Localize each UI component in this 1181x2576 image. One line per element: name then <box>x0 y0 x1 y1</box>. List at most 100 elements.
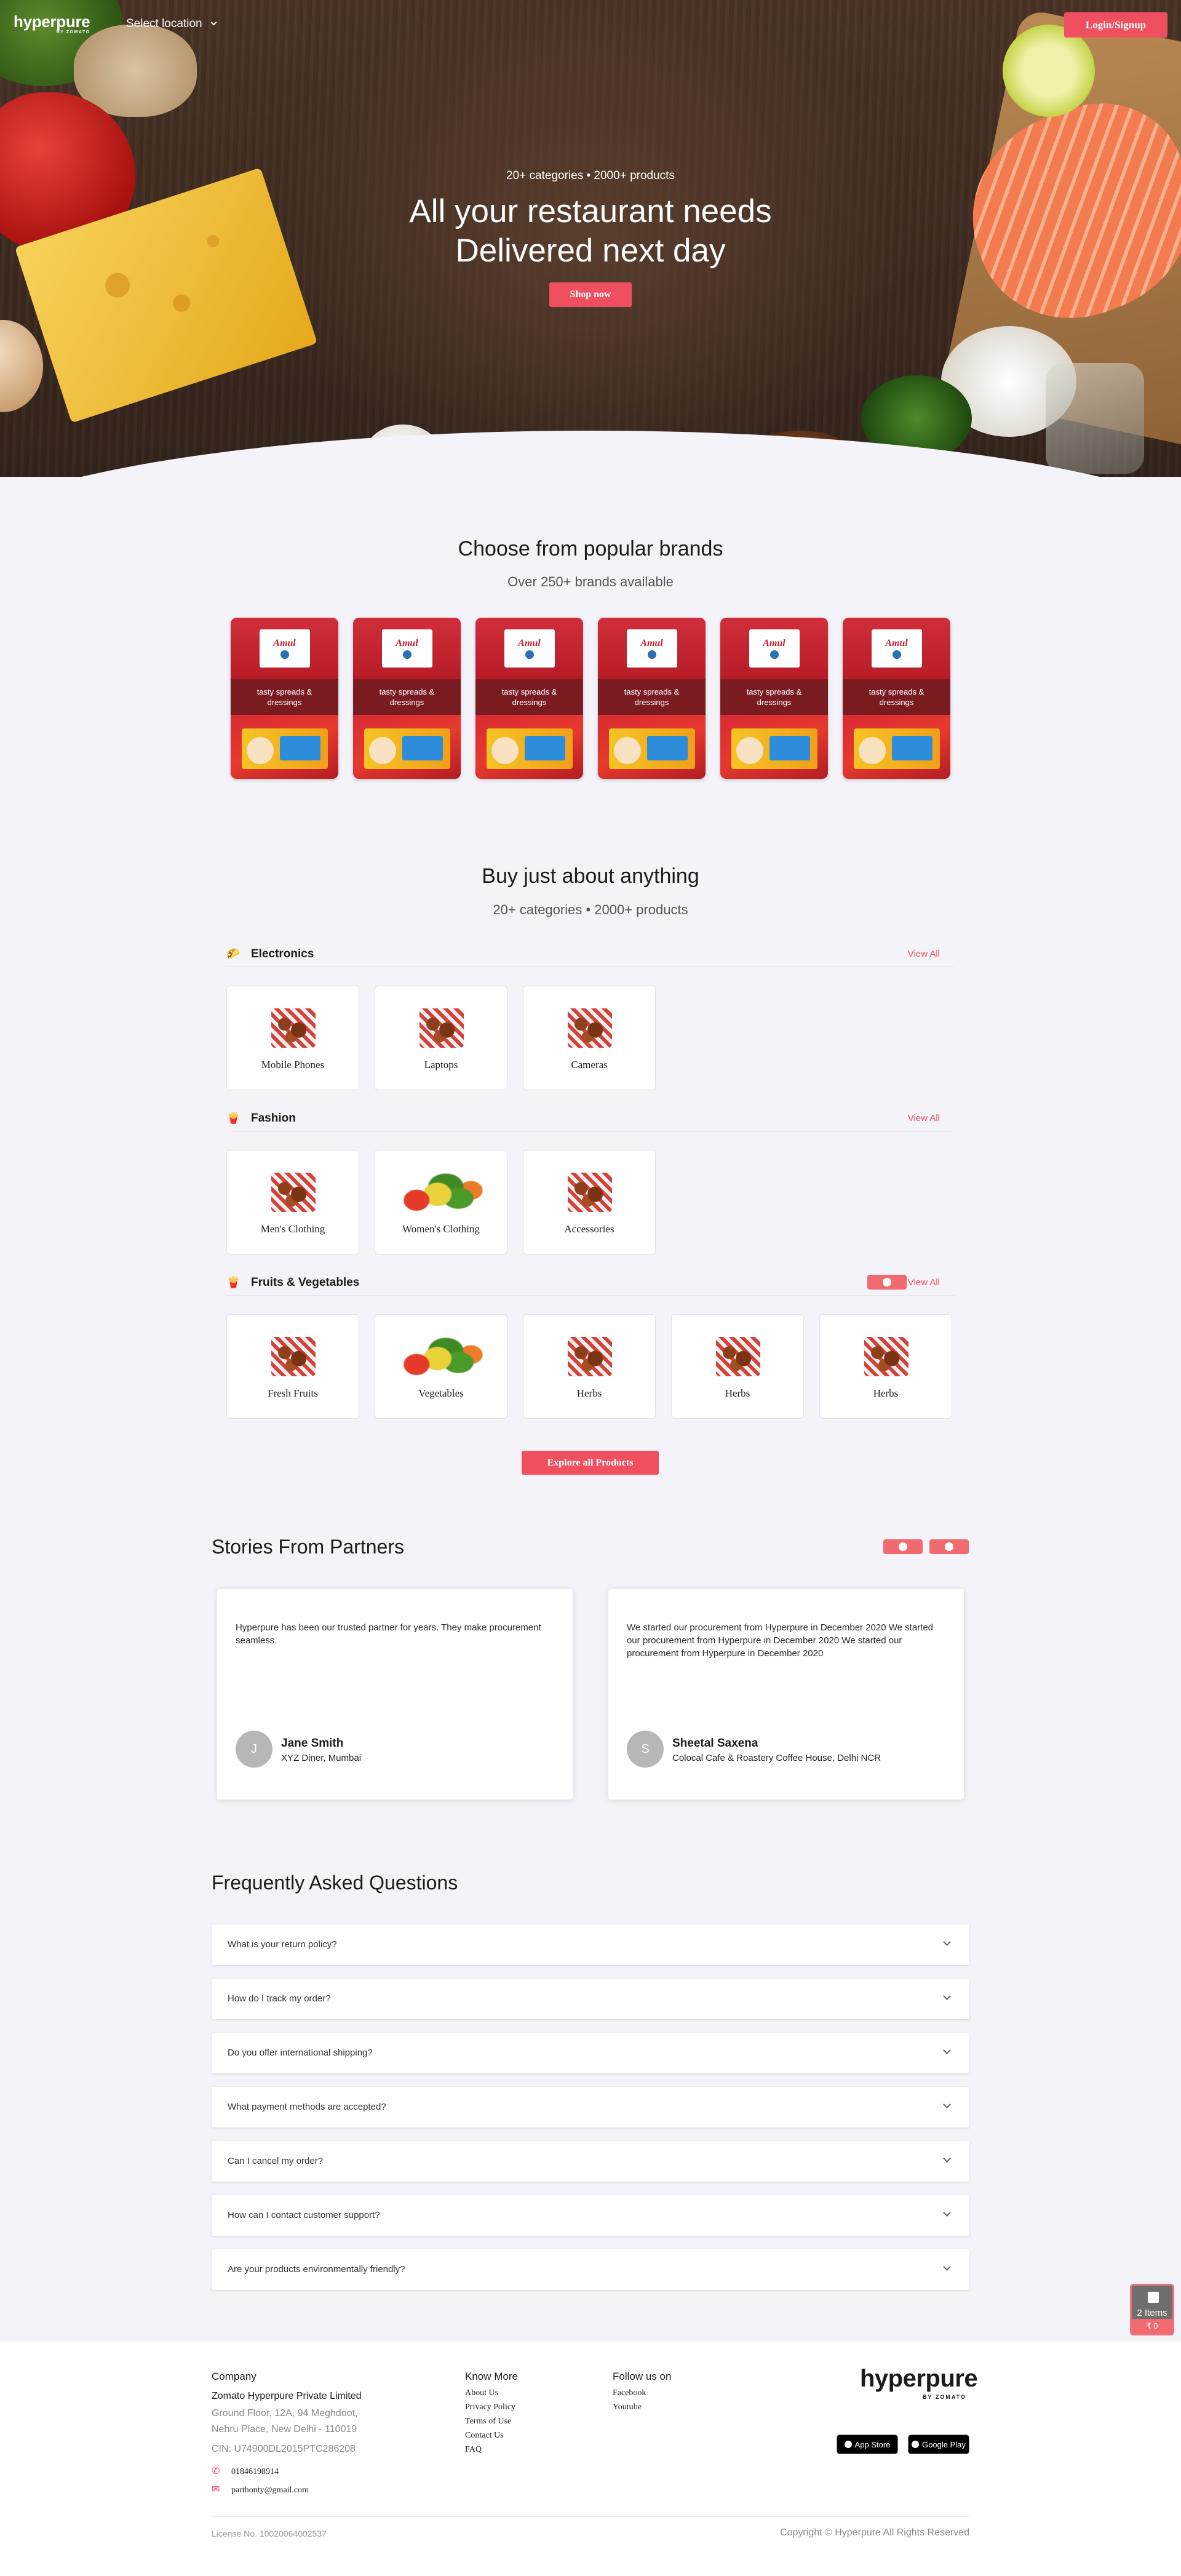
explore-all-products-button[interactable]: Explore all Products <box>522 1451 659 1475</box>
faq-question: What is your return policy? <box>228 1939 337 1950</box>
footer-address-line1: Ground Floor, 12A, 94 Meghdoot, <box>212 2408 358 2418</box>
category-icon: 🍟 <box>226 1276 241 1288</box>
hero-title-line-1: All your restaurant needs <box>409 193 772 229</box>
brands-title: Choose from popular brands <box>458 537 723 560</box>
shop-now-button[interactable]: Shop now <box>549 282 632 307</box>
product-image <box>568 1337 612 1376</box>
login-signup-button[interactable]: Login/Signup <box>1064 12 1167 38</box>
footer-email[interactable]: parthonty@gmail.com <box>231 2486 309 2495</box>
footer-link-contact[interactable]: Contact Us <box>465 2431 504 2441</box>
footer-link-facebook[interactable]: Facebook <box>613 2388 646 2398</box>
faq-question: How do I track my order? <box>228 1993 331 2004</box>
mail-icon: ✉ <box>212 2484 220 2495</box>
category-card[interactable]: Vegetables <box>375 1314 507 1419</box>
faq-question: Do you offer international shipping? <box>228 2048 373 2058</box>
category-card[interactable]: Men's Clothing <box>226 1150 359 1254</box>
category-card[interactable]: Women's Clothing <box>375 1150 507 1254</box>
brand-logo: Amul <box>504 629 555 668</box>
shopping-bag-icon <box>1148 2292 1159 2303</box>
product-image <box>864 1337 909 1376</box>
category-card[interactable]: Herbs <box>819 1314 952 1419</box>
category-card[interactable]: Fresh Fruits <box>226 1314 359 1419</box>
product-image <box>271 1008 316 1048</box>
play-icon <box>912 2441 920 2448</box>
product-image <box>400 1337 483 1376</box>
egg-image <box>0 320 43 412</box>
brand-card[interactable]: Amul tasty spreads & dressings <box>353 618 461 779</box>
footer-phone[interactable]: 01846198914 <box>231 2467 279 2477</box>
stories-prev-button[interactable] <box>883 1539 923 1554</box>
chevron-down-icon <box>943 1938 951 1946</box>
chevron-down-icon <box>943 2046 951 2054</box>
brand-card[interactable]: Amul tasty spreads & dressings <box>598 618 706 779</box>
footer-copyright: Copyright © Hyperpure All Rights Reserve… <box>780 2527 969 2538</box>
category-card-label: Women's Clothing <box>402 1223 480 1235</box>
catalog-title: Buy just about anything <box>482 864 699 888</box>
brand-logo: Amul <box>871 629 922 668</box>
footer-link-privacy[interactable]: Privacy Policy <box>465 2403 515 2412</box>
faq-item[interactable]: Do you offer international shipping? <box>212 2033 969 2073</box>
faq-item[interactable]: What is your return policy? <box>212 1924 969 1965</box>
app-store-badge[interactable]: App Store <box>837 2434 898 2454</box>
google-play-badge[interactable]: Google Play <box>908 2434 969 2454</box>
cart-item-count: 2 Items <box>1137 2308 1167 2318</box>
brand-caption: tasty spreads & dressings <box>720 679 828 715</box>
category-card-label: Laptops <box>424 1059 458 1071</box>
footer-link-faq[interactable]: FAQ <box>465 2445 482 2455</box>
brand-logo: Amul <box>749 629 800 668</box>
category-card-label: Vegetables <box>418 1387 464 1399</box>
footer-logo: hyperpure <box>860 2365 978 2392</box>
category-icon: 🍟 <box>226 1112 241 1124</box>
faq-item[interactable]: How do I track my order? <box>212 1979 969 2019</box>
footer-link-about[interactable]: About Us <box>465 2388 498 2398</box>
brand-card[interactable]: Amul tasty spreads & dressings <box>843 618 950 779</box>
footer-know-more-heading: Know More <box>465 2371 518 2382</box>
category-card-label: Fresh Fruits <box>268 1387 318 1399</box>
chevron-down-icon <box>943 2100 951 2108</box>
category-icon: 🌮 <box>226 947 241 960</box>
faq-item[interactable]: What payment methods are accepted? <box>212 2087 969 2127</box>
story-quote: Hyperpure has been our trusted partner f… <box>236 1622 541 1646</box>
category-card[interactable]: Laptops <box>375 986 507 1090</box>
view-all-link[interactable]: View All <box>908 1277 940 1288</box>
brand-list: Amul tasty spreads & dressings Amul tast… <box>231 618 950 779</box>
brand-card[interactable]: Amul tasty spreads & dressings <box>475 618 583 779</box>
scroll-next-button[interactable] <box>867 1275 907 1290</box>
category-name: Electronics <box>251 947 314 960</box>
product-pack-image <box>609 728 695 769</box>
product-image <box>271 1173 316 1212</box>
story-place: Colocal Cafe & Roastery Coffee House, De… <box>672 1753 881 1763</box>
product-pack-image <box>731 728 817 769</box>
category-card[interactable]: Cameras <box>523 986 656 1090</box>
category-card[interactable]: Mobile Phones <box>226 986 359 1090</box>
brands-subtitle: Over 250+ brands available <box>507 574 674 589</box>
footer-company-name: Zomato Hyperpure Private Limited <box>212 2391 362 2401</box>
faq-question: How can I contact customer support? <box>228 2210 380 2220</box>
cart-total: ₹ 0 <box>1132 2319 1172 2334</box>
stories-next-button[interactable] <box>929 1539 969 1554</box>
product-pack-image <box>487 728 573 769</box>
hero-wave <box>0 431 1181 477</box>
faq-item[interactable]: Are your products environmentally friend… <box>212 2249 969 2290</box>
faq-item[interactable]: Can I cancel my order? <box>212 2141 969 2182</box>
product-pack-image <box>364 728 450 769</box>
cart-widget[interactable]: 2 Items ₹ 0 <box>1130 2284 1174 2335</box>
footer-logo-by: BY ZOMATO <box>923 2394 967 2400</box>
footer-license: License No. 10020064002537 <box>212 2529 327 2538</box>
brand-card[interactable]: Amul tasty spreads & dressings <box>231 618 338 779</box>
view-all-link[interactable]: View All <box>908 1113 940 1123</box>
hero-title-line-2: Delivered next day <box>455 233 726 269</box>
category-card[interactable]: Herbs <box>671 1314 804 1419</box>
footer-link-terms[interactable]: Terms of Use <box>465 2417 511 2426</box>
site-logo[interactable]: hyperpure BY ZOMATO <box>14 12 90 34</box>
faq-item[interactable]: How can I contact customer support? <box>212 2195 969 2236</box>
brand-card[interactable]: Amul tasty spreads & dressings <box>720 618 828 779</box>
view-all-link[interactable]: View All <box>908 949 940 959</box>
product-pack-image <box>242 728 328 769</box>
category-card[interactable]: Herbs <box>523 1314 656 1419</box>
faq-question: Can I cancel my order? <box>228 2156 324 2166</box>
location-selector[interactable]: Select location <box>126 17 217 31</box>
footer-link-youtube[interactable]: Youtube <box>613 2403 642 2412</box>
category-card[interactable]: Accessories <box>523 1150 656 1254</box>
category-row-fashion: Men's Clothing Women's Clothing Accessor… <box>226 1150 656 1254</box>
